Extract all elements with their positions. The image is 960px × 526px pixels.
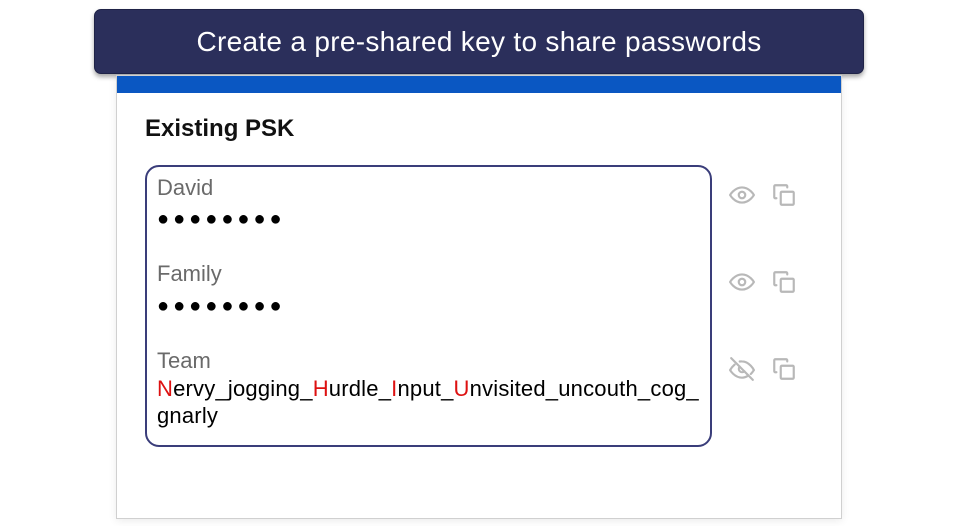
psk-text-segment: ervy_jogging_ — [173, 376, 313, 401]
toggle-visibility-button[interactable] — [728, 181, 756, 209]
copy-button[interactable] — [770, 268, 798, 296]
psk-masked-value: ●●●●●●●● — [157, 203, 700, 235]
psk-entry-family: Family ●●●●●●●● — [157, 257, 700, 343]
psk-panel: Existing PSK David ●●●●●●●● Family ●●●●●… — [116, 75, 842, 519]
header-banner: Create a pre-shared key to share passwor… — [94, 9, 864, 74]
psk-masked-value: ●●●●●●●● — [157, 290, 700, 322]
eye-icon — [729, 182, 755, 208]
control-row — [728, 165, 813, 225]
psk-list: David ●●●●●●●● Family ●●●●●●●● Team Nerv… — [145, 165, 712, 447]
psk-area: David ●●●●●●●● Family ●●●●●●●● Team Nerv… — [145, 165, 813, 447]
panel-topbar — [117, 76, 841, 93]
psk-plain-value: Nervy_jogging_Hurdle_Input_Unvisited_unc… — [157, 376, 700, 429]
copy-button[interactable] — [770, 181, 798, 209]
section-heading: Existing PSK — [145, 115, 813, 143]
psk-highlight-char: U — [454, 376, 470, 401]
copy-icon — [771, 269, 797, 295]
psk-text-segment: urdle_ — [329, 376, 391, 401]
eye-off-icon — [729, 356, 755, 382]
toggle-visibility-button[interactable] — [728, 355, 756, 383]
toggle-visibility-button[interactable] — [728, 268, 756, 296]
psk-label: David — [157, 175, 700, 201]
controls-column — [712, 165, 813, 426]
header-title: Create a pre-shared key to share passwor… — [196, 26, 761, 58]
psk-highlight-char: N — [157, 376, 173, 401]
psk-highlight-char: H — [313, 376, 329, 401]
psk-text-segment: nput_ — [397, 376, 453, 401]
psk-entry-team: Team Nervy_jogging_Hurdle_Input_Unvisite… — [157, 344, 700, 433]
panel-body: Existing PSK David ●●●●●●●● Family ●●●●●… — [117, 93, 841, 457]
eye-icon — [729, 269, 755, 295]
control-row — [728, 339, 813, 399]
copy-button[interactable] — [770, 355, 798, 383]
copy-icon — [771, 182, 797, 208]
psk-label: Team — [157, 348, 700, 374]
control-row — [728, 252, 813, 312]
copy-icon — [771, 356, 797, 382]
psk-entry-david: David ●●●●●●●● — [157, 171, 700, 257]
psk-label: Family — [157, 261, 700, 287]
